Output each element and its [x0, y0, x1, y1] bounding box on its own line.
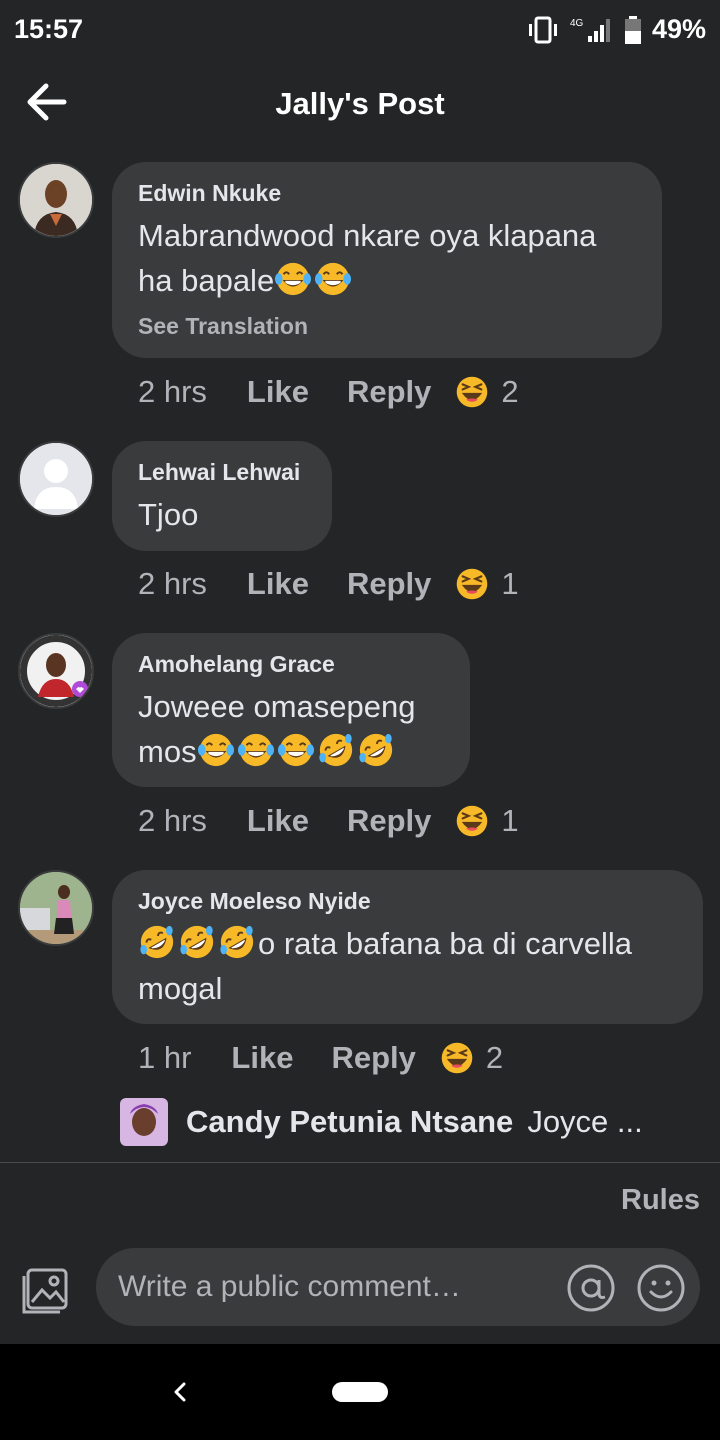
- comment-text: Tjoo: [138, 497, 199, 532]
- comment-author[interactable]: Lehwai Lehwai: [138, 459, 306, 486]
- comment-text: Mabrandwood nkare oya klapana ha bapale: [138, 213, 636, 303]
- tears-of-joy-emoji-icon: [274, 261, 313, 297]
- reaction-count[interactable]: 2: [501, 374, 518, 410]
- like-button[interactable]: Like: [247, 374, 309, 410]
- comment-text-line: mos: [138, 734, 197, 769]
- status-time: 15:57: [14, 14, 84, 44]
- comment-author[interactable]: Amohelang Grace: [138, 651, 444, 678]
- haha-reaction-icon[interactable]: [455, 567, 489, 601]
- comment-time: 1 hr: [138, 1040, 192, 1075]
- rofl-emoji-icon: [318, 732, 353, 768]
- nav-back-icon[interactable]: [166, 1378, 194, 1406]
- status-bar: 15:57 4G 49%: [0, 0, 720, 62]
- comment-actions: 1 hr Like Reply 2: [138, 1040, 503, 1076]
- page-title: Jally's Post: [275, 86, 445, 121]
- comment-time: 2 hrs: [138, 374, 207, 409]
- rofl-emoji-icon: [139, 924, 175, 960]
- vibrate-icon: [528, 16, 557, 43]
- comment-text-line: Joweee omasepeng: [138, 689, 416, 724]
- haha-reaction-icon[interactable]: [455, 804, 489, 838]
- comment-text-line: o rata bafana ba di carvella: [258, 926, 632, 961]
- tears-of-joy-emoji-icon: [236, 732, 275, 768]
- tears-of-joy-emoji-icon: [196, 732, 235, 768]
- like-button[interactable]: Like: [247, 566, 309, 602]
- comment-bubble[interactable]: Joyce Moeleso Nyide o rata bafana ba di …: [112, 870, 703, 1024]
- system-nav-bar: [0, 1344, 720, 1440]
- reply-button[interactable]: Reply: [347, 566, 431, 602]
- reaction-count[interactable]: 1: [501, 803, 518, 839]
- comment-text: Joweee omasepeng mos: [138, 684, 444, 774]
- haha-reaction-icon[interactable]: [440, 1041, 474, 1075]
- nav-home-pill[interactable]: [332, 1382, 388, 1402]
- network-type-label: 4G: [570, 18, 584, 29]
- comment-bubble[interactable]: Amohelang Grace Joweee omasepeng mos: [112, 633, 470, 787]
- comment-actions: 2 hrs Like Reply 1: [138, 803, 519, 839]
- rofl-emoji-icon: [179, 924, 215, 960]
- post-header: Jally's Post: [0, 62, 720, 148]
- photo-icon[interactable]: [20, 1262, 74, 1316]
- status-icons: 4G 49%: [526, 14, 706, 45]
- battery-icon: [624, 15, 641, 44]
- comment-actions: 2 hrs Like Reply 1: [138, 566, 519, 602]
- signal-icon: 4G: [570, 18, 610, 42]
- reply-text: Joyce ...: [527, 1104, 643, 1139]
- comment-text-line: mogal: [138, 971, 223, 1006]
- avatar[interactable]: [18, 870, 94, 946]
- mention-icon[interactable]: [566, 1263, 616, 1313]
- like-button[interactable]: Like: [231, 1040, 293, 1076]
- haha-reaction-icon[interactable]: [455, 375, 489, 409]
- reply-button[interactable]: Reply: [331, 1040, 415, 1076]
- avatar[interactable]: [18, 441, 94, 517]
- comment-author[interactable]: Edwin Nkuke: [138, 180, 636, 207]
- reply-button[interactable]: Reply: [347, 803, 431, 839]
- avatar[interactable]: [18, 633, 94, 709]
- comment-text: o rata bafana ba di carvella mogal: [138, 921, 677, 1011]
- reaction-count[interactable]: 2: [486, 1040, 503, 1076]
- reaction-count[interactable]: 1: [501, 566, 518, 602]
- tears-of-joy-emoji-icon: [276, 732, 315, 768]
- comment-composer: [0, 1248, 720, 1328]
- comment-time: 2 hrs: [138, 803, 207, 838]
- comment-actions: 2 hrs Like Reply 2: [138, 374, 519, 410]
- emoji-picker-icon[interactable]: [636, 1263, 686, 1313]
- rofl-emoji-icon: [219, 924, 255, 960]
- rules-link[interactable]: Rules: [621, 1184, 700, 1217]
- rofl-emoji-icon: [358, 732, 393, 768]
- comment-text-part: Mabrandwood nkare oya klapana ha bapale: [138, 218, 597, 298]
- tears-of-joy-emoji-icon: [314, 261, 353, 297]
- see-translation-link[interactable]: See Translation: [138, 313, 636, 340]
- avatar[interactable]: [18, 162, 94, 238]
- comment-bubble[interactable]: Lehwai Lehwai Tjoo: [112, 441, 332, 551]
- reply-button[interactable]: Reply: [347, 374, 431, 410]
- battery-percent: 49%: [651, 14, 706, 44]
- comment-bubble[interactable]: Edwin Nkuke Mabrandwood nkare oya klapan…: [112, 162, 662, 358]
- divider: [0, 1162, 720, 1163]
- like-button[interactable]: Like: [247, 803, 309, 839]
- reply-preview[interactable]: Candy Petunia Ntsane Joyce ...: [120, 1098, 700, 1146]
- reply-avatar[interactable]: [120, 1098, 168, 1146]
- reply-author[interactable]: Candy Petunia Ntsane: [186, 1104, 513, 1140]
- comment-time: 2 hrs: [138, 566, 207, 601]
- comment-author[interactable]: Joyce Moeleso Nyide: [138, 888, 677, 915]
